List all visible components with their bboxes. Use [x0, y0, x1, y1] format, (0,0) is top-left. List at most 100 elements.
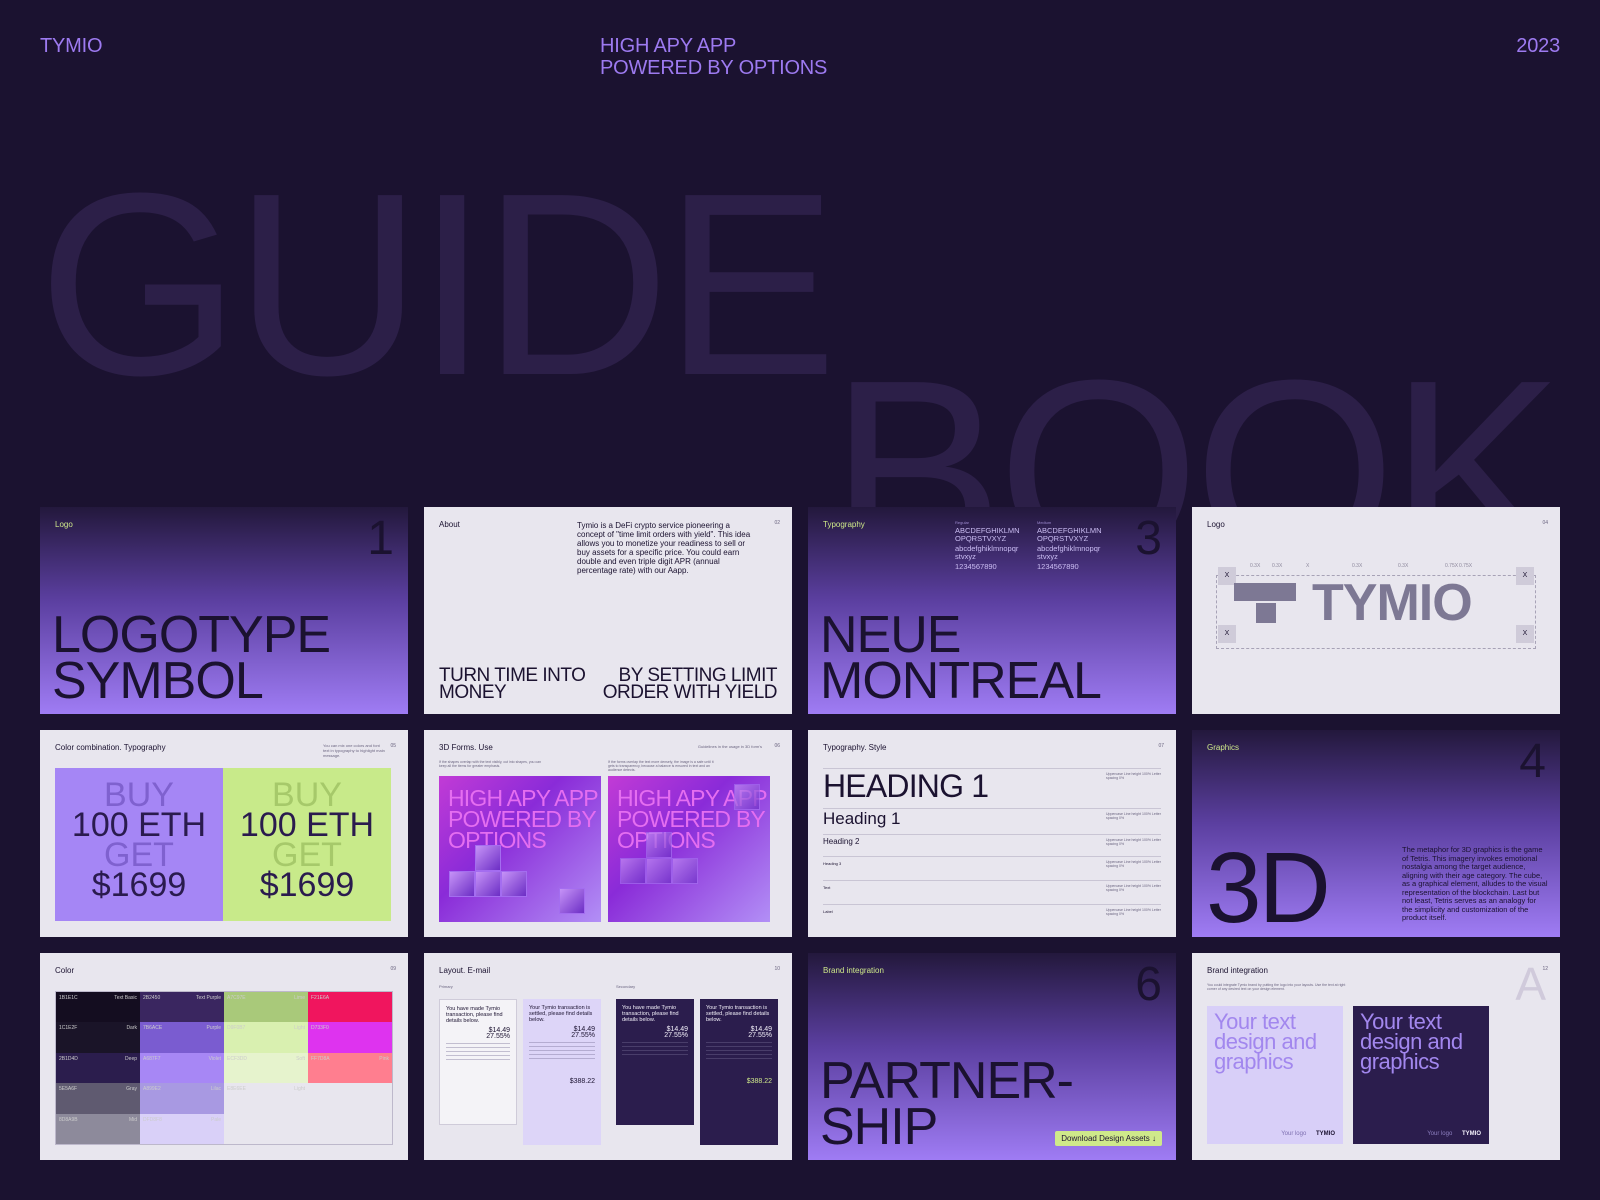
card-number: 3: [1135, 512, 1162, 565]
cube-icon: [672, 858, 698, 884]
card-typography[interactable]: Typography 3 Regular ABCDEFGHIKLMN OPQRS…: [808, 507, 1176, 714]
style-spec: Uppercase Line height 100% Letter spacin…: [1106, 884, 1161, 892]
color-swatch: [308, 1083, 392, 1114]
color-swatch: 8D8A9B Mid: [56, 1113, 140, 1144]
mark: 0.3X: [1398, 563, 1409, 569]
download-assets-button[interactable]: Download Design Assets ↓: [1055, 1131, 1162, 1146]
swatch-hex: 1C1E2F: [59, 1025, 78, 1032]
swatch-name: Lilac: [210, 1086, 221, 1093]
card-typography-style[interactable]: Typography. Style 07 HEADING 1 Uppercase…: [808, 730, 1176, 937]
card-number: 6: [1135, 958, 1162, 1011]
note-right: If the forms overlap the text more dense…: [608, 760, 714, 772]
swatch-name: Gray: [126, 1086, 137, 1093]
email-preview-dark: You have made Tymio transaction, please …: [616, 999, 694, 1125]
swatch-name: Text Basic: [114, 995, 137, 1001]
swatch-hex: 8D8A9B: [59, 1116, 78, 1123]
card-about[interactable]: About 02 Tymio is a DeFi crypto service …: [424, 507, 792, 714]
buy-panel-purple: BUY 100 ETH GET $1699: [55, 768, 223, 921]
tymio-logo: TYMIO: [1462, 1131, 1481, 1137]
card-email-layout[interactable]: Layout. E-mail 10 Primary Secondary You …: [424, 953, 792, 1160]
email-apy: 27.55%: [748, 1032, 772, 1039]
style-row-text: Text Uppercase Line height 100% Letter s…: [823, 880, 1161, 905]
sample-footer: Your logo TYMIO: [1427, 1131, 1481, 1137]
style-spec: Uppercase Line height 100% Letter spacin…: [1106, 772, 1161, 780]
color-swatch: F21E6A: [308, 992, 392, 1023]
style-row-heading1: Heading 1 Uppercase Line height 100% Let…: [823, 808, 1161, 835]
download-icon: ↓: [1152, 1134, 1156, 1143]
your-logo-label: Your logo: [1281, 1131, 1307, 1137]
swatch-name: Text Purple: [195, 995, 221, 1001]
swatch-name: Deep: [125, 1055, 137, 1062]
color-swatch: A687F7 Violet: [140, 1052, 224, 1084]
divider: [622, 1046, 688, 1047]
title-line: MONTREAL: [820, 652, 1102, 710]
card-tag: Typography: [823, 520, 865, 529]
color-swatch: E8E6EE Light: [224, 1083, 308, 1114]
style-sample: Heading 2: [823, 837, 860, 846]
card-brand-integration[interactable]: Brand integration 12 A You could integra…: [1192, 953, 1560, 1160]
email-apy: 27.55%: [664, 1032, 688, 1039]
style-spec: Uppercase Line height 100% Letter spacin…: [1106, 860, 1161, 868]
buy-panel-lime: BUY 100 ETH GET $1699: [223, 768, 391, 921]
swatch-name: Purple: [206, 1025, 221, 1032]
color-swatch: DFD8F8 Pale: [140, 1113, 224, 1144]
swatch-hex: E8E6EE: [227, 1086, 246, 1093]
corner-x: X: [1218, 625, 1236, 643]
color-swatch: ECF3DD Soft: [224, 1052, 308, 1084]
color-swatch: 2B1D4D Deep: [56, 1052, 140, 1084]
card-color[interactable]: Color 09 1B1E1C Text Basic 2B2450 Text Purp…: [40, 953, 408, 1160]
divider: [706, 1046, 772, 1047]
divider: [706, 1058, 772, 1059]
buy-price: $1699: [259, 866, 355, 904]
sample-footer: Your logo TYMIO: [1281, 1131, 1335, 1137]
brand-note: You could integrate Tymio brand by putti…: [1207, 983, 1346, 991]
card-logotype[interactable]: Logo 1 LOGOTYPE SYMBOL: [40, 507, 408, 714]
cube-icon: [646, 832, 672, 858]
card-tag: Typography. Style: [823, 743, 887, 752]
color-swatch: FF7D8A Pink: [308, 1052, 392, 1084]
email-apy: 27.55%: [486, 1033, 510, 1040]
divider: [529, 1054, 595, 1055]
graphics-body: The metaphor for 3D graphics is the game…: [1402, 845, 1548, 922]
font-specimen-medium: Medium ABCDEFGHIKLMN OPQRSTVXYZ abcdefgh…: [1037, 519, 1102, 571]
card-label: Guidelines in the usage in 3D form's: [697, 744, 762, 749]
swatch-name: Light: [294, 1025, 305, 1032]
your-logo-label: Your logo: [1427, 1131, 1453, 1137]
swatch-hex: 2B1D4D: [59, 1055, 78, 1062]
divider: [446, 1047, 510, 1048]
card-color-combination[interactable]: Color combination. Typography You can mi…: [40, 730, 408, 937]
page-number: 09: [390, 966, 396, 972]
divider: [706, 1054, 772, 1055]
card-3d-forms[interactable]: 3D Forms. Use Guidelines in the usage in…: [424, 730, 792, 937]
color-swatch: 2B2450 Text Purple: [140, 992, 224, 1023]
font-specimen-regular: Regular ABCDEFGHIKLMN OPQRSTVXYZ abcdefg…: [955, 519, 1020, 571]
cube-icon: [646, 858, 672, 884]
swatch-name: Dark: [126, 1025, 137, 1032]
cube-icon: [620, 858, 646, 884]
page-number: 10: [774, 966, 780, 972]
color-swatch: A7C97E Lime: [224, 992, 308, 1023]
color-swatch: 1C1E2F Dark: [56, 1022, 140, 1053]
specimen-upper: OPQRSTVXYZ: [955, 534, 1007, 543]
swatch-name: Pale: [210, 1116, 221, 1123]
specimen-lower: stvxyz: [955, 552, 976, 561]
style-sample: HEADING 1: [823, 768, 989, 804]
divider: [446, 1043, 510, 1044]
mark: 0.3X: [1250, 563, 1261, 569]
card-logo-construction[interactable]: Logo 04 0.3X 0.3X X 0.3X 0.3X 0.75X 0.75…: [1192, 507, 1560, 714]
specimen-digits: 1234567890: [1037, 562, 1079, 571]
swatch-hex: 1B1E1C: [59, 995, 78, 1001]
label-primary: Primary: [439, 984, 453, 989]
logo-symbol-icon: [1234, 583, 1296, 625]
divider: [529, 1042, 595, 1043]
about-left-text: TURN TIME INTO MONEY: [439, 666, 586, 702]
style-sample: Heading 1: [823, 809, 901, 828]
color-swatch: [224, 1113, 308, 1144]
color-swatch: 7B6ACE Purple: [140, 1022, 224, 1053]
card-graphics[interactable]: Graphics 4 3D The metaphor for 3D graphi…: [1192, 730, 1560, 937]
card-partnership[interactable]: Brand integration 6 PARTNER- SHIP Downlo…: [808, 953, 1176, 1160]
swatch-hex: A687F7: [143, 1055, 161, 1062]
swatch-hex: 5E5A6F: [59, 1086, 78, 1093]
button-label: Download Design Assets: [1061, 1134, 1150, 1143]
color-swatch: 5E5A6F Gray: [56, 1083, 140, 1114]
